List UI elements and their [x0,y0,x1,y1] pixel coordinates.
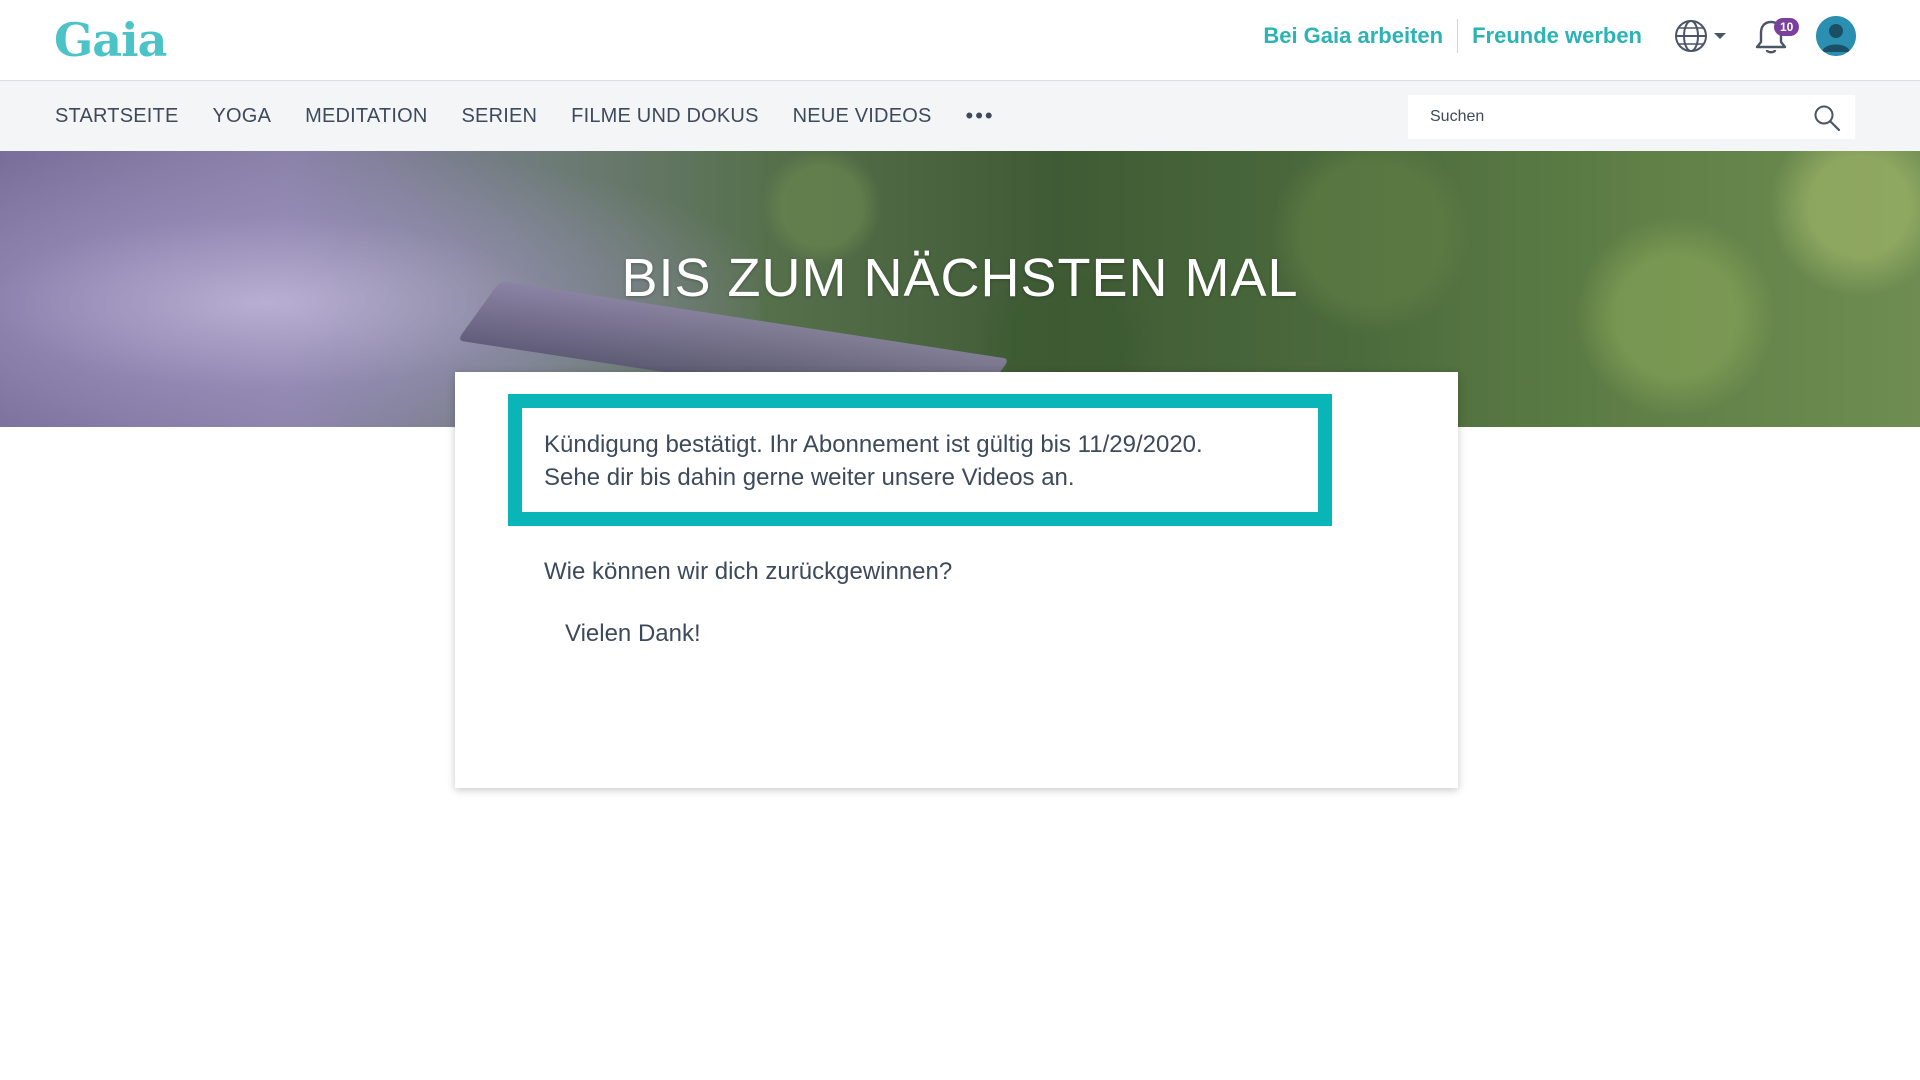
notifications-button[interactable]: 10 [1754,16,1800,56]
page-title: BIS ZUM NÄCHSTEN MAL [621,248,1299,308]
search-icon[interactable] [1813,104,1841,132]
user-avatar-icon [1816,16,1856,56]
top-links: Bei Gaia arbeiten Freunde werben 10 [1263,0,1920,72]
search-input[interactable] [1408,95,1808,139]
nav-item-meditation[interactable]: MEDITATION [305,105,427,128]
nav-items: STARTSEITE YOGA MEDITATION SERIEN FILME … [55,81,995,151]
cancellation-card: Kündigung bestätigt. Ihr Abonnement ist … [455,372,1458,788]
work-at-gaia-link[interactable]: Bei Gaia arbeiten [1263,23,1443,49]
notice-line-1: Kündigung bestätigt. Ihr Abonnement ist … [544,431,1203,458]
thanks-text: Vielen Dank! [565,620,701,647]
nav-item-yoga[interactable]: YOGA [213,105,272,128]
refer-friends-link[interactable]: Freunde werben [1472,23,1642,49]
main-nav: STARTSEITE YOGA MEDITATION SERIEN FILME … [0,81,1920,151]
search-box [1408,95,1855,139]
gaia-logo[interactable]: Gaia [54,12,167,68]
nav-item-startseite[interactable]: STARTSEITE [55,105,179,128]
cancellation-notice: Kündigung bestätigt. Ihr Abonnement ist … [508,394,1332,526]
nav-item-neue-videos[interactable]: NEUE VIDEOS [793,105,932,128]
winback-question: Wie können wir dich zurückgewinnen? [544,558,953,585]
notification-count-badge: 10 [1774,18,1800,36]
nav-item-filme-und-dokus[interactable]: FILME UND DOKUS [571,105,758,128]
notice-line-2: Sehe dir bis dahin gerne weiter unsere V… [544,464,1075,491]
language-selector[interactable] [1674,19,1728,53]
nav-item-serien[interactable]: SERIEN [461,105,537,128]
top-header: Gaia Bei Gaia arbeiten Freunde werben 10 [0,0,1920,81]
chevron-down-icon [1714,33,1726,39]
globe-icon [1675,20,1707,52]
more-menu-button[interactable]: ••• [966,103,995,129]
top-link-divider [1457,19,1459,53]
avatar[interactable] [1816,16,1856,56]
